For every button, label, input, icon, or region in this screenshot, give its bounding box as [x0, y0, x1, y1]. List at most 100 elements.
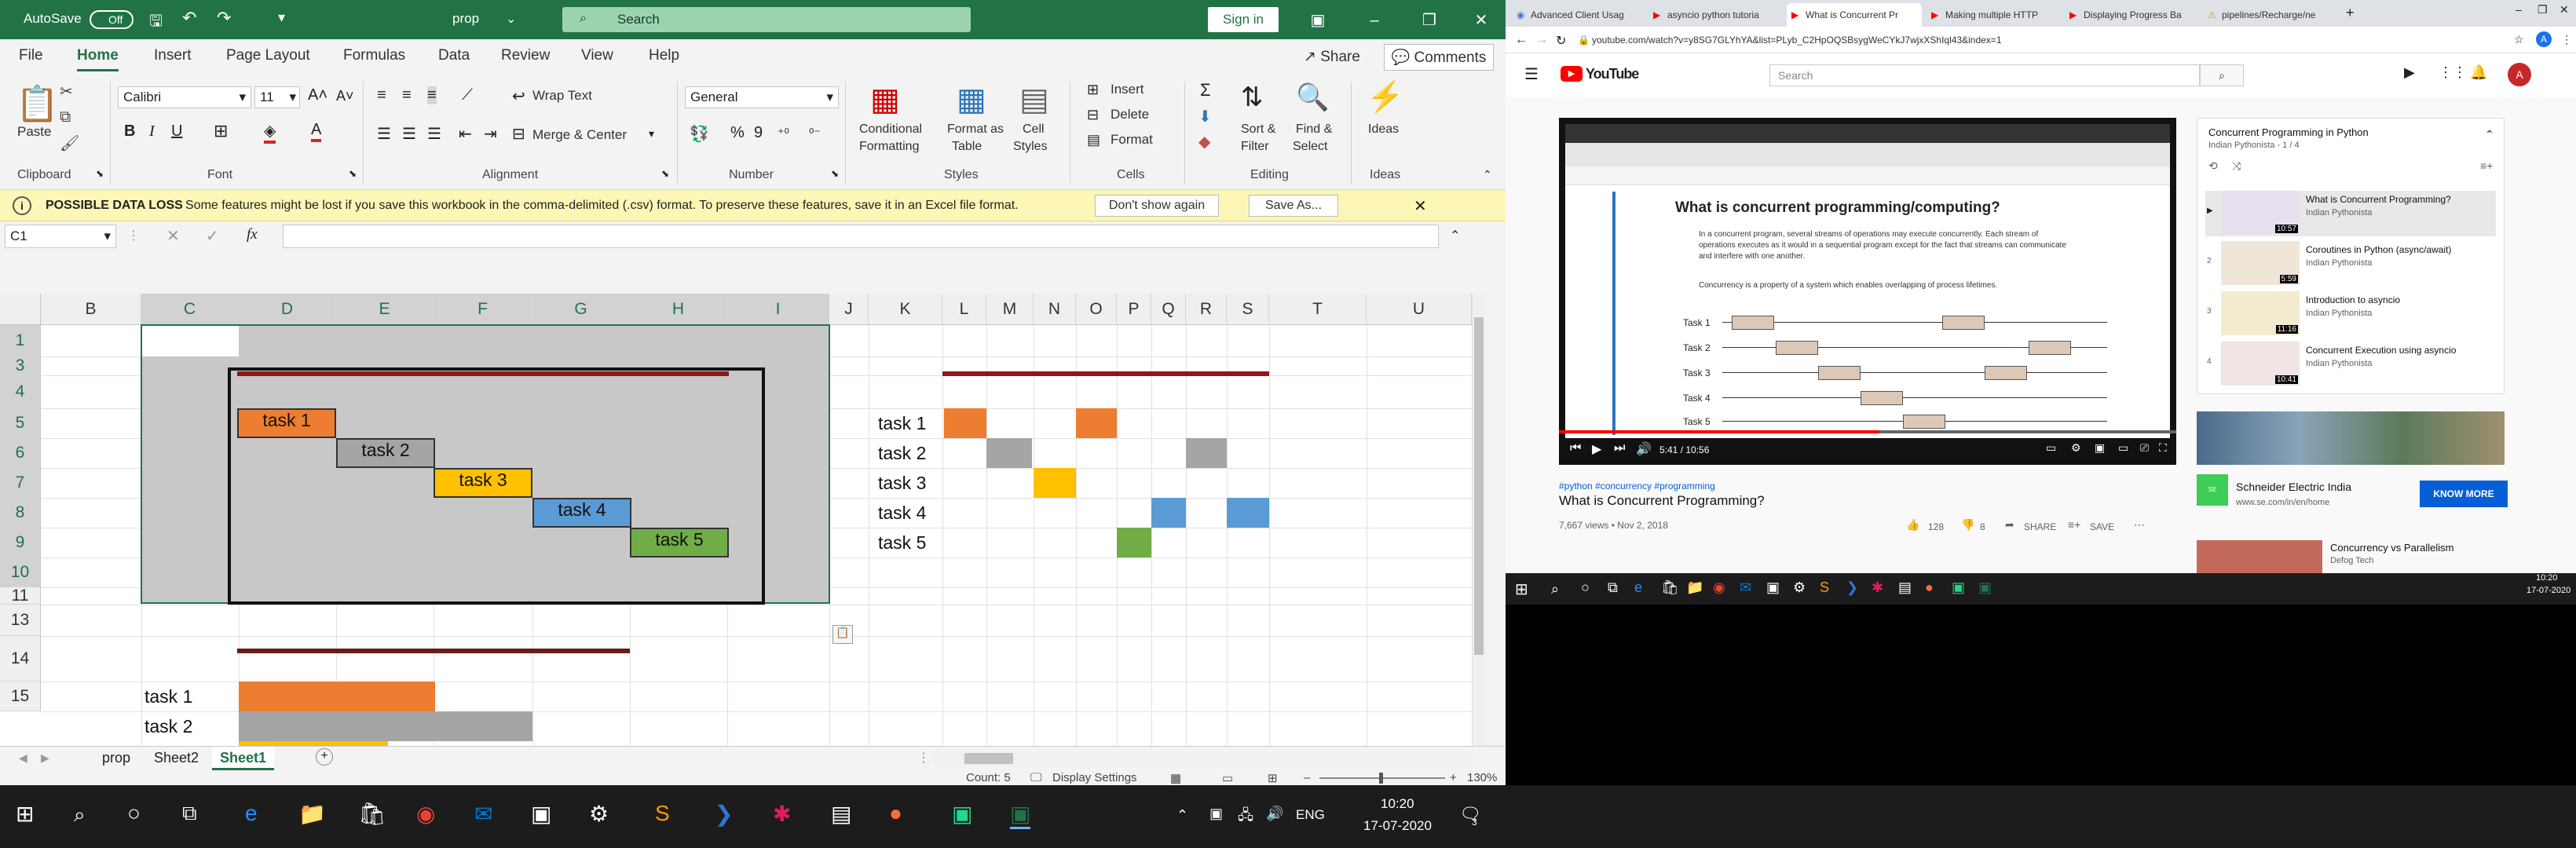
save-icon[interactable]: 🖫: [149, 9, 163, 36]
store-icon[interactable]: 🛍: [358, 801, 386, 827]
tab-view[interactable]: View: [581, 47, 613, 64]
close-icon[interactable]: ✕: [1458, 5, 1505, 36]
conditional-formatting-button[interactable]: Conditional: [859, 122, 922, 137]
column-header[interactable]: C: [141, 294, 239, 325]
browser-tab[interactable]: ▶ Displaying Progress Ba: [2065, 3, 2198, 27]
browser-tab-active[interactable]: ▶ What is Concurrent Pr: [1787, 3, 1922, 27]
column-header[interactable]: G: [532, 294, 630, 325]
row-header[interactable]: 15: [0, 682, 41, 711]
bold-icon[interactable]: B: [124, 122, 135, 141]
search-icon[interactable]: ⌕: [74, 802, 86, 828]
name-box[interactable]: C1 ▾: [5, 225, 116, 248]
like-icon[interactable]: 👍: [1906, 518, 1919, 532]
zoom-in-icon[interactable]: +: [1450, 771, 1457, 784]
column-header[interactable]: T: [1269, 294, 1367, 325]
hamburger-icon[interactable]: ☰: [1524, 64, 1539, 84]
save-as-button[interactable]: Save As...: [1249, 195, 1338, 217]
tray-expand-icon[interactable]: ⌃: [1176, 807, 1188, 824]
percent-icon[interactable]: %: [730, 124, 745, 142]
paste-button[interactable]: Paste: [17, 124, 51, 140]
search-icon[interactable]: ⌕: [1551, 581, 1559, 598]
apps-icon[interactable]: ⋮⋮: [2439, 64, 2467, 81]
font-size-select[interactable]: 11 ▾: [254, 86, 300, 108]
postman-icon[interactable]: ●: [1925, 579, 1934, 596]
wrap-text-button[interactable]: Wrap Text: [532, 88, 592, 104]
minimize-icon[interactable]: –: [2516, 3, 2522, 16]
pycharm-icon[interactable]: ▣: [1952, 579, 1965, 596]
enter-icon[interactable]: ✓: [206, 226, 219, 246]
miniplayer-icon[interactable]: ▣: [2095, 441, 2105, 455]
align-bottom-icon[interactable]: ≡: [427, 86, 437, 104]
sheet-tab-prop[interactable]: prop: [102, 750, 130, 766]
delete-cells-icon[interactable]: ⊟: [1087, 107, 1099, 123]
close-icon[interactable]: ✕: [2560, 3, 2569, 16]
format-cells-icon[interactable]: ▤: [1087, 132, 1100, 148]
column-header[interactable]: M: [986, 294, 1034, 325]
column-header[interactable]: D: [239, 294, 336, 325]
column-header[interactable]: S: [1227, 294, 1269, 325]
reload-icon[interactable]: ↻: [1556, 33, 1566, 49]
collapse-ribbon-icon[interactable]: ⌃: [1483, 168, 1492, 181]
dialog-launcher-icon[interactable]: ⬊: [661, 168, 669, 179]
action-center-icon[interactable]: 🗨: [1459, 804, 1481, 824]
mail-icon[interactable]: ✉: [1740, 579, 1751, 596]
lock-icon[interactable]: 🔒: [1578, 35, 1590, 46]
column-header[interactable]: B: [41, 294, 141, 325]
decrease-font-icon[interactable]: A˅: [336, 88, 354, 104]
undo-icon[interactable]: ↶: [182, 8, 196, 28]
paste-icon[interactable]: 📋: [16, 83, 59, 124]
accounting-icon[interactable]: 💱: [690, 124, 709, 144]
clear-icon[interactable]: ◆: [1198, 132, 1210, 152]
back-icon[interactable]: ←: [1515, 33, 1528, 47]
column-header[interactable]: O: [1076, 294, 1117, 325]
cancel-icon[interactable]: ✕: [166, 226, 180, 246]
sheet-tab-sheet2[interactable]: Sheet2: [154, 750, 199, 766]
column-header[interactable]: K: [869, 294, 942, 325]
select-all-corner[interactable]: [0, 294, 41, 325]
comments-button[interactable]: 💬 Comments: [1384, 44, 1494, 71]
align-top-icon[interactable]: ≡: [377, 86, 386, 104]
play-icon[interactable]: ▶: [1592, 441, 1601, 457]
sheet-tab-sheet1[interactable]: Sheet1: [212, 747, 275, 770]
browser-tab[interactable]: ◉ Advanced Client Usag: [1512, 3, 1644, 27]
tab-help[interactable]: Help: [649, 47, 679, 64]
notifications-icon[interactable]: 🔔: [2470, 64, 2487, 81]
scrollbar-thumb[interactable]: [1474, 317, 1484, 655]
zoom-level[interactable]: 130%: [1467, 771, 1497, 784]
playlist-item[interactable]: ▶ 10:57 What is Concurrent Programming? …: [2205, 191, 2496, 236]
add-to-playlist-icon[interactable]: ≡+: [2480, 159, 2493, 172]
comma-icon[interactable]: 9: [754, 124, 763, 142]
powershell-icon[interactable]: ❯: [715, 801, 733, 827]
sublime-icon[interactable]: S: [655, 801, 670, 826]
app-icon[interactable]: ▣: [1766, 579, 1780, 596]
row-header[interactable]: 4: [0, 375, 41, 408]
collapse-icon[interactable]: ⌃: [2485, 128, 2494, 141]
row-header[interactable]: 11: [0, 587, 41, 605]
tab-home[interactable]: Home: [77, 47, 119, 71]
format-as-table-icon[interactable]: ▦: [957, 82, 986, 118]
network-icon[interactable]: 🖧: [1238, 806, 1253, 829]
dialog-launcher-icon[interactable]: ⬊: [96, 168, 104, 179]
search-input[interactable]: Search: [562, 7, 971, 32]
format-painter-icon[interactable]: 🖌: [60, 133, 79, 153]
cell-styles-icon[interactable]: ▤: [1019, 82, 1049, 118]
cortana-icon[interactable]: ○: [1581, 579, 1590, 596]
sublime-icon[interactable]: S: [1820, 579, 1829, 596]
clock-time[interactable]: 10:20: [1381, 796, 1414, 812]
dialog-launcher-icon[interactable]: ⬊: [831, 168, 839, 179]
page-break-icon[interactable]: ⊞: [1268, 771, 1278, 785]
share-icon[interactable]: ➦: [2005, 518, 2014, 532]
formula-input[interactable]: [283, 225, 1439, 248]
underline-icon[interactable]: U: [171, 122, 182, 141]
youtube-logo[interactable]: YouTube: [1586, 66, 1639, 82]
row-header[interactable]: 5: [0, 408, 41, 438]
decrease-indent-icon[interactable]: ⇤: [459, 124, 472, 144]
hscroll-split-icon[interactable]: ⋮: [917, 750, 930, 766]
url-field[interactable]: youtube.com/watch?v=y8SG7GLYhYA&list=PLy…: [1592, 35, 2002, 46]
orientation-icon[interactable]: ⟋: [462, 86, 473, 104]
row-header[interactable]: 7: [0, 468, 41, 498]
video-player[interactable]: What is concurrent programming/computing…: [1559, 118, 2176, 465]
find-select-button[interactable]: Find &: [1296, 122, 1332, 137]
ad-banner-image[interactable]: [2197, 411, 2505, 465]
shuffle-icon[interactable]: ⤨: [2232, 159, 2241, 173]
